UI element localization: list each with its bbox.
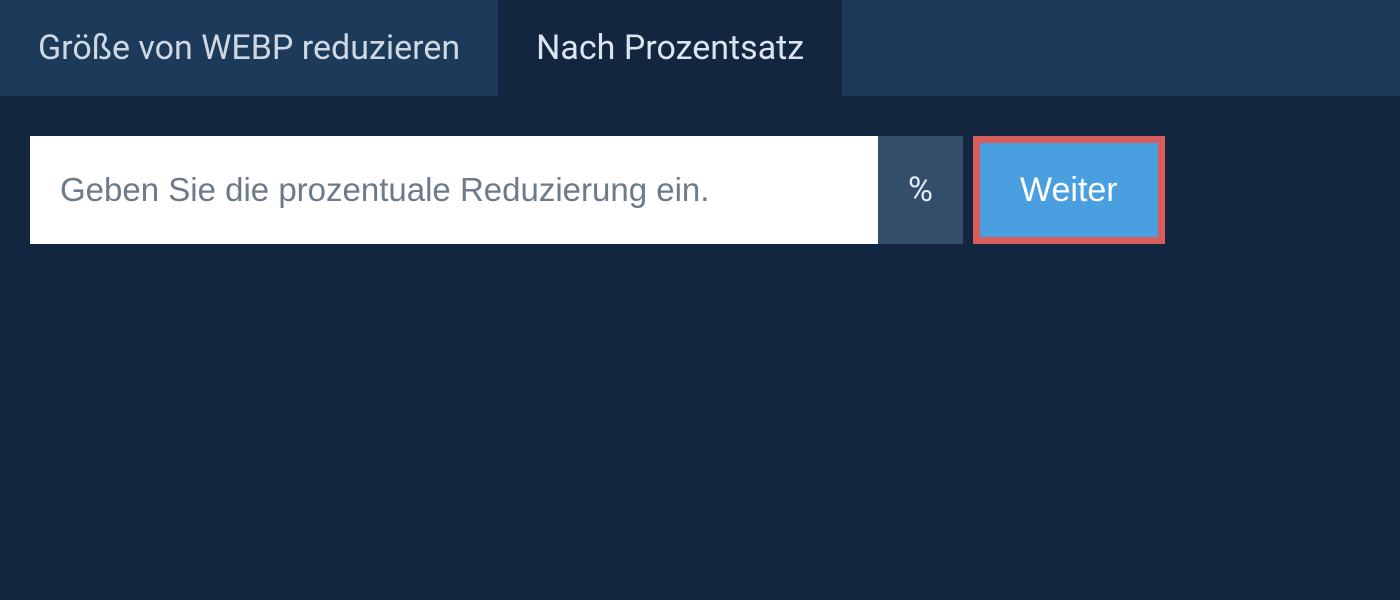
tab-content-percentage: % Weiter (0, 96, 1400, 284)
continue-button[interactable]: Weiter (980, 143, 1158, 237)
reduce-size-panel: Größe von WEBP reduzieren Nach Prozentsa… (0, 0, 1400, 284)
tab-by-percentage[interactable]: Nach Prozentsatz (498, 0, 842, 96)
submit-highlight: Weiter (973, 136, 1165, 244)
percent-unit-label: % (878, 136, 963, 244)
percentage-input[interactable] (30, 136, 878, 244)
percentage-input-row: % Weiter (30, 136, 1370, 244)
tab-reduce-webp-size[interactable]: Größe von WEBP reduzieren (0, 0, 498, 96)
tab-bar: Größe von WEBP reduzieren Nach Prozentsa… (0, 0, 1400, 96)
